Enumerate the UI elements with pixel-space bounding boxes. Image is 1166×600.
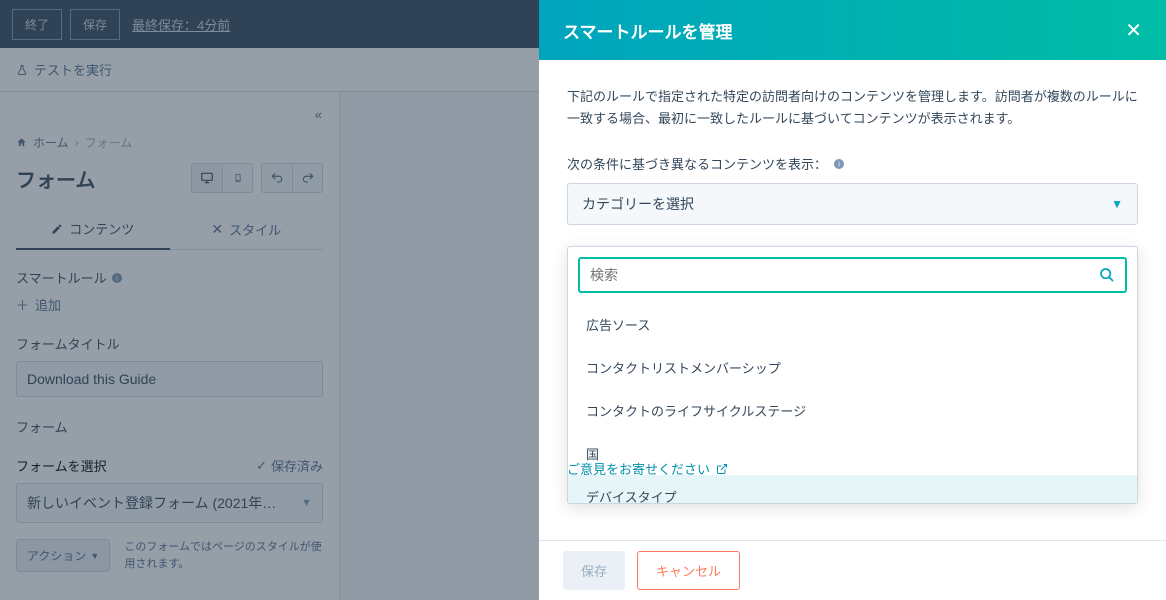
- dropdown-search[interactable]: [578, 257, 1127, 293]
- smartrule-drawer: スマートルールを管理 ✕ 下記のルールで指定された特定の訪問者向けのコンテンツを…: [539, 0, 1166, 600]
- external-link-icon: [716, 463, 728, 475]
- close-icon[interactable]: ✕: [1125, 18, 1142, 43]
- drawer-header: スマートルールを管理 ✕: [539, 0, 1166, 60]
- dropdown-option[interactable]: デバイスタイプ: [568, 475, 1137, 503]
- category-select-value: カテゴリーを選択: [582, 194, 694, 214]
- feedback-link[interactable]: ご意見をお寄せください: [567, 459, 728, 478]
- drawer-title: スマートルールを管理: [563, 18, 733, 43]
- search-input[interactable]: [590, 267, 1099, 283]
- info-icon[interactable]: i: [833, 158, 845, 170]
- search-icon: [1099, 267, 1115, 283]
- dropdown-option[interactable]: コンタクトリストメンバーシップ: [568, 346, 1137, 389]
- drawer-cancel-button[interactable]: キャンセル: [637, 551, 740, 590]
- dropdown-option[interactable]: コンタクトのライフサイクルステージ: [568, 389, 1137, 432]
- category-select[interactable]: カテゴリーを選択 ▼: [567, 183, 1138, 225]
- dropdown-option[interactable]: 広告ソース: [568, 303, 1137, 346]
- drawer-save-button[interactable]: 保存: [563, 551, 625, 590]
- drawer-description: 下記のルールで指定された特定の訪問者向けのコンテンツを管理します。訪問者が複数の…: [567, 86, 1138, 130]
- drawer-sublabel: 次の条件に基づき異なるコンテンツを表示：: [567, 154, 827, 173]
- drawer-footer: 保存 キャンセル: [539, 540, 1166, 600]
- feedback-label: ご意見をお寄せください: [567, 459, 710, 478]
- chevron-down-icon: ▼: [1111, 197, 1123, 211]
